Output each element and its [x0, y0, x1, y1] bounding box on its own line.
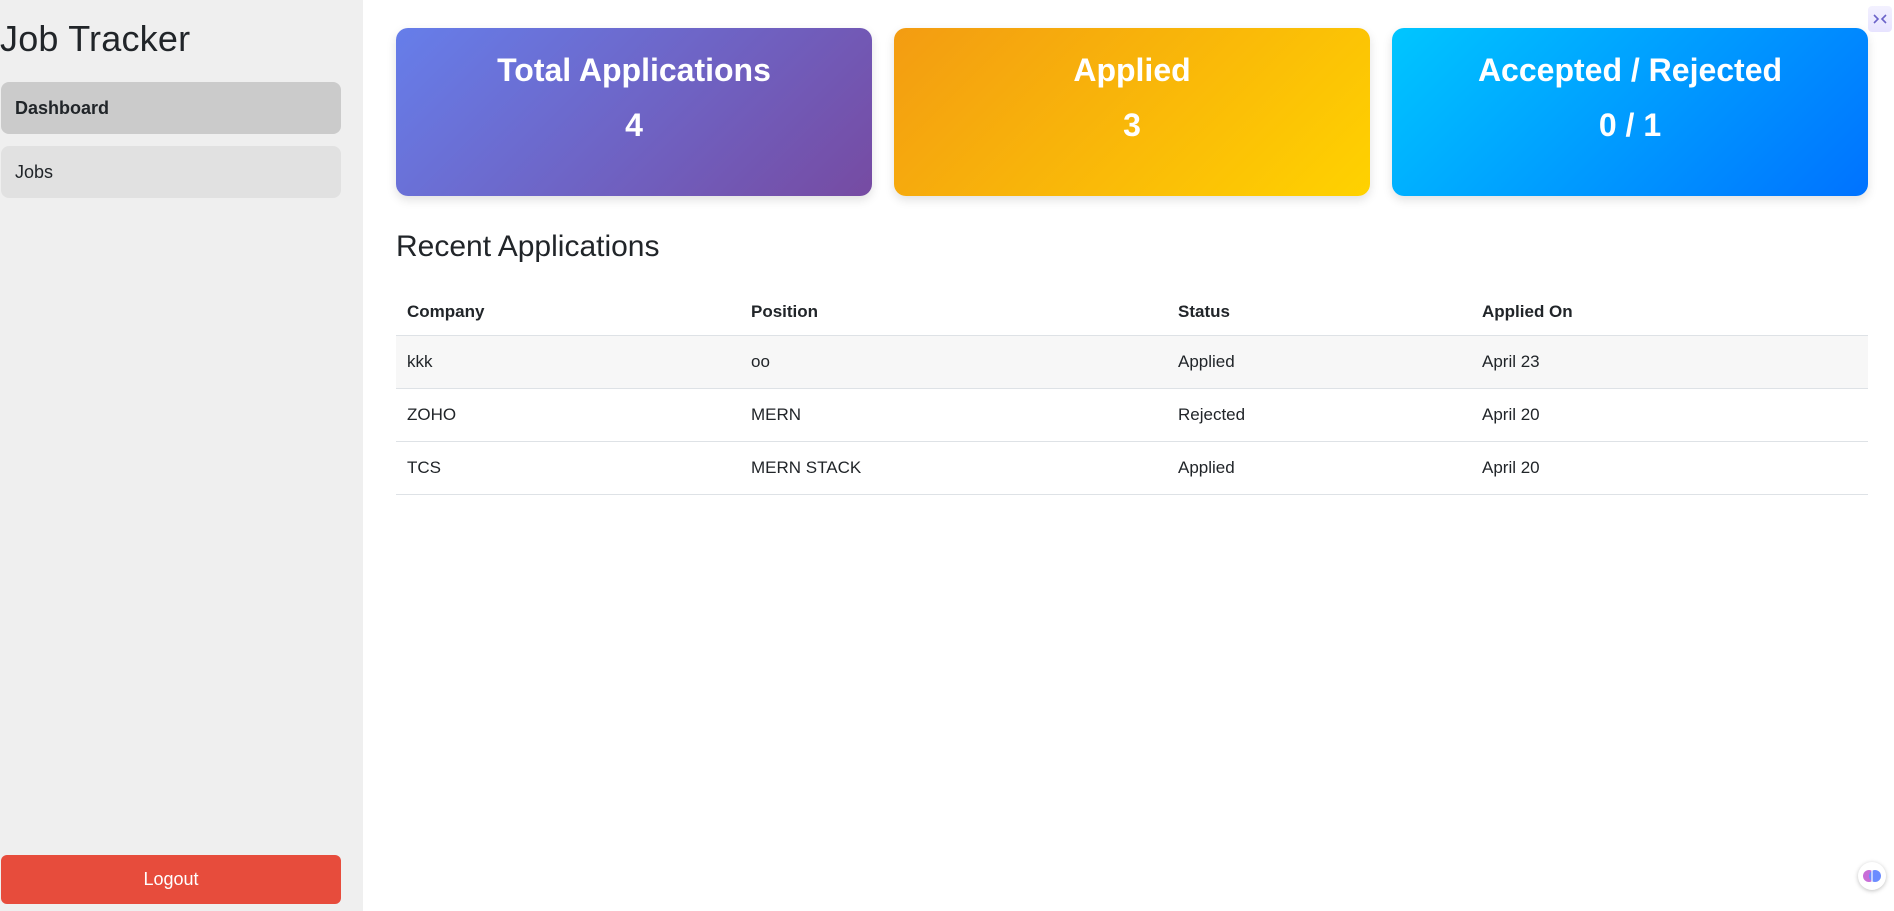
cell-company: kkk [396, 335, 740, 389]
stat-card-title: Total Applications [497, 52, 771, 88]
sidebar-item-dashboard[interactable]: Dashboard [1, 82, 341, 134]
cell-position: oo [740, 335, 1167, 389]
table-header-row: Company Position Status Applied On [396, 290, 1868, 336]
column-header-position: Position [740, 290, 1167, 336]
stat-card-value: 3 [1123, 107, 1141, 143]
logout-button[interactable]: Logout [1, 855, 341, 904]
stat-card-total: Total Applications 4 [396, 28, 872, 196]
stat-card-value: 0 / 1 [1598, 107, 1662, 143]
table-row: kkk oo Applied April 23 [396, 335, 1868, 389]
stat-card-accepted-rejected: Accepted / Rejected 0 / 1 [1392, 28, 1868, 196]
cell-company: ZOHO [396, 388, 740, 442]
main-content: Total Applications 4 Applied 3 Accepted … [363, 0, 1894, 911]
cell-company: TCS [396, 441, 740, 495]
column-header-applied-on: Applied On [1471, 290, 1868, 336]
cell-position: MERN STACK [740, 441, 1167, 495]
cell-status: Applied [1167, 441, 1471, 495]
section-title-recent: Recent Applications [396, 230, 660, 263]
cell-status: Rejected [1167, 388, 1471, 442]
cell-status: Applied [1167, 335, 1471, 389]
app-title: Job Tracker [0, 18, 191, 59]
sidebar-item-jobs[interactable]: Jobs [1, 146, 341, 198]
column-header-status: Status [1167, 290, 1471, 336]
extension-icon[interactable] [1868, 6, 1892, 32]
stat-card-applied: Applied 3 [894, 28, 1370, 196]
table-row: TCS MERN STACK Applied April 20 [396, 441, 1868, 495]
stat-card-title: Applied [1073, 52, 1191, 88]
sidebar: Job Tracker Dashboard Jobs Logout [0, 0, 363, 911]
stat-card-value: 4 [625, 107, 643, 143]
cell-applied-on: April 20 [1471, 441, 1868, 495]
brain-icon[interactable] [1858, 862, 1886, 890]
cell-position: MERN [740, 388, 1167, 442]
table-row: ZOHO MERN Rejected April 20 [396, 388, 1868, 442]
cell-applied-on: April 20 [1471, 388, 1868, 442]
stat-card-title: Accepted / Rejected [1477, 52, 1783, 88]
cell-applied-on: April 23 [1471, 335, 1868, 389]
column-header-company: Company [396, 290, 740, 336]
recent-applications-table: Company Position Status Applied On kkk o… [396, 290, 1868, 495]
